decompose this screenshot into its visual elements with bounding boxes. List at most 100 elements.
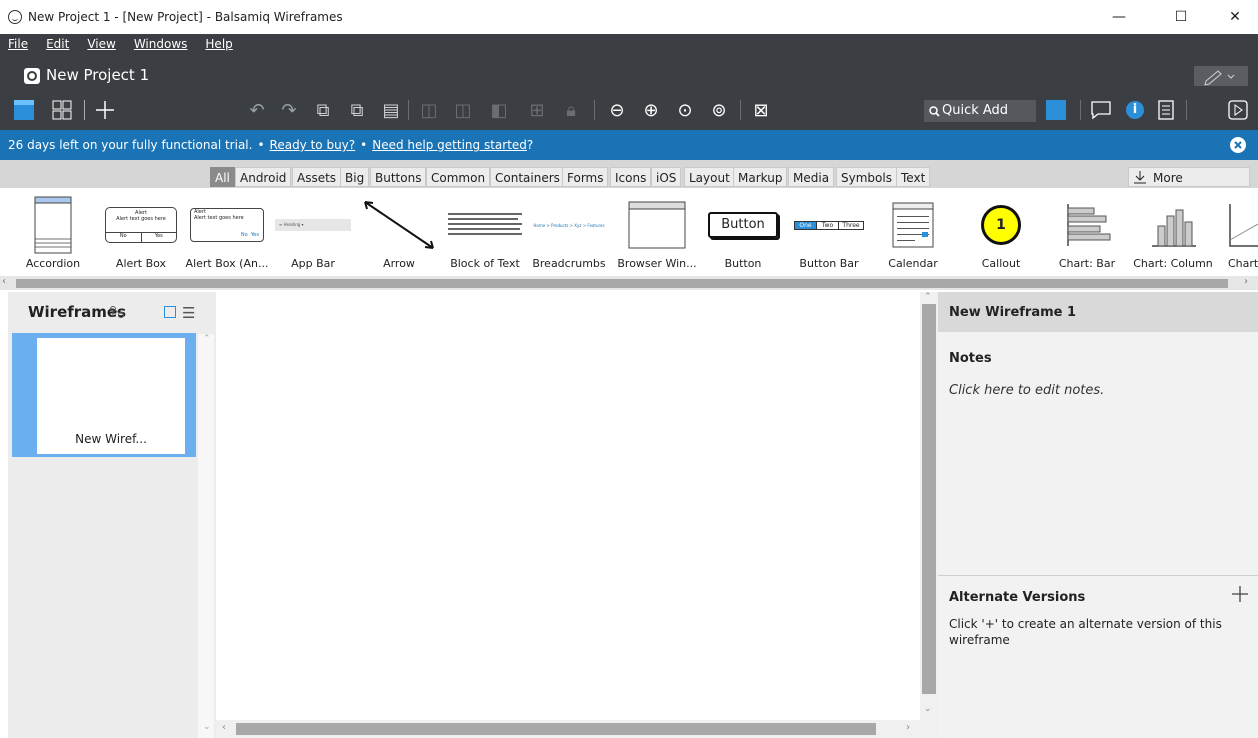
wireframes-scrollbar[interactable] <box>198 334 214 738</box>
zoom-out-icon[interactable]: ⊖ <box>606 100 628 122</box>
wireframe-canvas[interactable] <box>216 292 920 720</box>
actual-size-icon[interactable]: ⊙ <box>674 100 696 122</box>
trial-separator-1: • <box>257 138 265 152</box>
library-item-alert-box-android[interactable]: Alert Alert text goes here No Yes Alert … <box>186 200 268 272</box>
library-item-block-of-text[interactable]: Block of Text <box>446 200 524 272</box>
add-wireframe-icon[interactable] <box>94 99 116 121</box>
library-scroll-thumb[interactable] <box>16 279 1228 288</box>
callout-icon: 1 <box>962 200 1040 250</box>
front-icon[interactable]: ◧ <box>488 100 510 122</box>
library-label: Chart: Bar <box>1058 257 1116 270</box>
add-alternate-version-button[interactable] <box>1230 584 1250 604</box>
paste-icon[interactable]: ⧉ <box>346 100 368 122</box>
scroll-down-icon[interactable]: ⌄ <box>203 722 211 732</box>
notes-header: Notes <box>949 351 992 366</box>
library-item-button[interactable]: Button Button <box>704 200 782 272</box>
branch-icon[interactable] <box>110 306 128 320</box>
library-item-accordion[interactable]: Accordion <box>14 196 92 272</box>
thumbnail-view-icon[interactable] <box>164 306 176 318</box>
scroll-right-icon[interactable]: › <box>1244 276 1248 287</box>
wireframe-title[interactable]: New Wireframe 1 <box>949 305 1076 320</box>
library-item-alert-box[interactable]: Alert Alert text goes here No Yes Alert … <box>102 200 180 272</box>
library-item-browser-window[interactable]: Browser Win... <box>617 200 697 272</box>
scroll-up-icon[interactable]: ⌃ <box>203 334 211 344</box>
category-big[interactable]: Big <box>340 167 370 187</box>
redo-icon[interactable]: ↷ <box>278 100 300 122</box>
fit-to-screen-icon[interactable]: ⊚ <box>708 100 730 122</box>
horizontal-scroll-thumb[interactable] <box>236 723 876 735</box>
library-label: Accordion <box>25 257 81 270</box>
library-item-arrow[interactable]: Arrow <box>360 200 438 272</box>
category-media[interactable]: Media <box>788 167 835 187</box>
category-forms[interactable]: Forms <box>562 167 609 187</box>
scroll-left-icon[interactable]: ‹ <box>2 276 6 287</box>
library-scrollbar[interactable] <box>0 276 1258 290</box>
category-symbols[interactable]: Symbols <box>836 167 897 187</box>
library-item-app-bar[interactable]: ≡ Heading ▾ App Bar <box>274 200 352 272</box>
maximize-button[interactable]: ☐ <box>1158 0 1204 34</box>
group-icon[interactable]: ◫ <box>418 100 440 122</box>
undo-icon[interactable]: ↶ <box>246 100 268 122</box>
category-all[interactable]: All <box>210 167 235 187</box>
library-item-chart-bar[interactable]: Chart: Bar <box>1048 200 1126 272</box>
minimize-button[interactable]: — <box>1096 0 1142 34</box>
list-view-icon[interactable]: ☰ <box>182 304 195 322</box>
help-suffix: ? <box>526 138 534 152</box>
notes-panel-icon[interactable] <box>1156 100 1176 120</box>
menu-view[interactable]: View <box>87 37 115 51</box>
clear-icon[interactable]: ⊠ <box>750 100 772 122</box>
library-label: Alert Box (An... <box>185 257 269 270</box>
project-icon <box>24 68 40 84</box>
category-layout[interactable]: Layout <box>684 167 735 187</box>
zoom-in-icon[interactable]: ⊕ <box>640 100 662 122</box>
copy-icon[interactable]: ⧉ <box>312 100 334 122</box>
canvas-vertical-scrollbar[interactable]: ⌃ ⌄ <box>920 292 938 720</box>
project-name[interactable]: New Project 1 <box>46 66 149 84</box>
library-item-chart-line[interactable]: Chart <box>1222 200 1258 272</box>
scroll-up-icon[interactable]: ⌃ <box>924 292 932 302</box>
scroll-down-icon[interactable]: ⌄ <box>924 704 932 714</box>
lock-icon[interactable]: 🔒︎ <box>560 100 582 122</box>
category-icons[interactable]: Icons <box>610 167 652 187</box>
info-icon[interactable]: i <box>1126 101 1144 119</box>
library-label: Chart <box>1228 257 1258 270</box>
ready-to-buy-link[interactable]: Ready to buy? <box>270 138 356 152</box>
menu-windows[interactable]: Windows <box>134 37 188 51</box>
help-getting-started-link[interactable]: Need help getting started <box>372 138 527 152</box>
scroll-left-icon[interactable]: ‹ <box>222 722 226 733</box>
library-item-button-bar[interactable]: One Two Three Button Bar <box>790 200 868 272</box>
menu-help[interactable]: Help <box>205 37 232 51</box>
library-item-chart-column[interactable]: Chart: Column <box>1133 200 1213 272</box>
category-ios[interactable]: iOS <box>651 167 682 187</box>
category-markup[interactable]: Markup <box>733 167 788 187</box>
close-banner-icon[interactable] <box>1230 137 1246 153</box>
category-assets[interactable]: Assets <box>292 167 342 187</box>
category-containers[interactable]: Containers <box>490 167 565 187</box>
presentation-icon[interactable] <box>1228 100 1248 120</box>
notes-textarea[interactable]: Click here to edit notes. <box>949 383 1104 398</box>
menu-file[interactable]: File <box>8 37 28 51</box>
quick-add-input[interactable]: Quick Add <box>924 100 1036 122</box>
library-item-breadcrumbs[interactable]: Home > Products > Xyz > Features Breadcr… <box>530 200 608 272</box>
align-icon[interactable]: ⊞ <box>526 100 548 122</box>
ui-library-icon[interactable] <box>1046 100 1066 120</box>
category-buttons[interactable]: Buttons <box>370 167 427 187</box>
single-view-icon[interactable] <box>14 100 34 120</box>
canvas-horizontal-scrollbar[interactable]: ‹ › <box>216 720 920 738</box>
scroll-right-icon[interactable]: › <box>906 722 910 733</box>
category-android[interactable]: Android <box>235 167 292 187</box>
menu-edit[interactable]: Edit <box>46 37 69 51</box>
wireframe-thumbnail-item[interactable]: New Wiref... <box>12 333 196 457</box>
library-item-callout[interactable]: 1 Callout <box>962 200 1040 272</box>
clipboard-icon[interactable]: ▤ <box>380 100 402 122</box>
more-controls-button[interactable]: More Controls... <box>1128 167 1250 205</box>
vertical-scroll-thumb[interactable] <box>922 304 936 694</box>
category-common[interactable]: Common <box>426 167 491 187</box>
edit-mode-dropdown[interactable] <box>1194 66 1248 86</box>
library-item-calendar[interactable]: Calendar <box>874 200 952 272</box>
grid-view-icon[interactable] <box>52 100 72 120</box>
ungroup-icon[interactable]: ◫ <box>452 100 474 122</box>
comment-icon[interactable] <box>1090 100 1112 120</box>
close-button[interactable]: ✕ <box>1212 0 1258 34</box>
category-text[interactable]: Text <box>896 167 931 187</box>
